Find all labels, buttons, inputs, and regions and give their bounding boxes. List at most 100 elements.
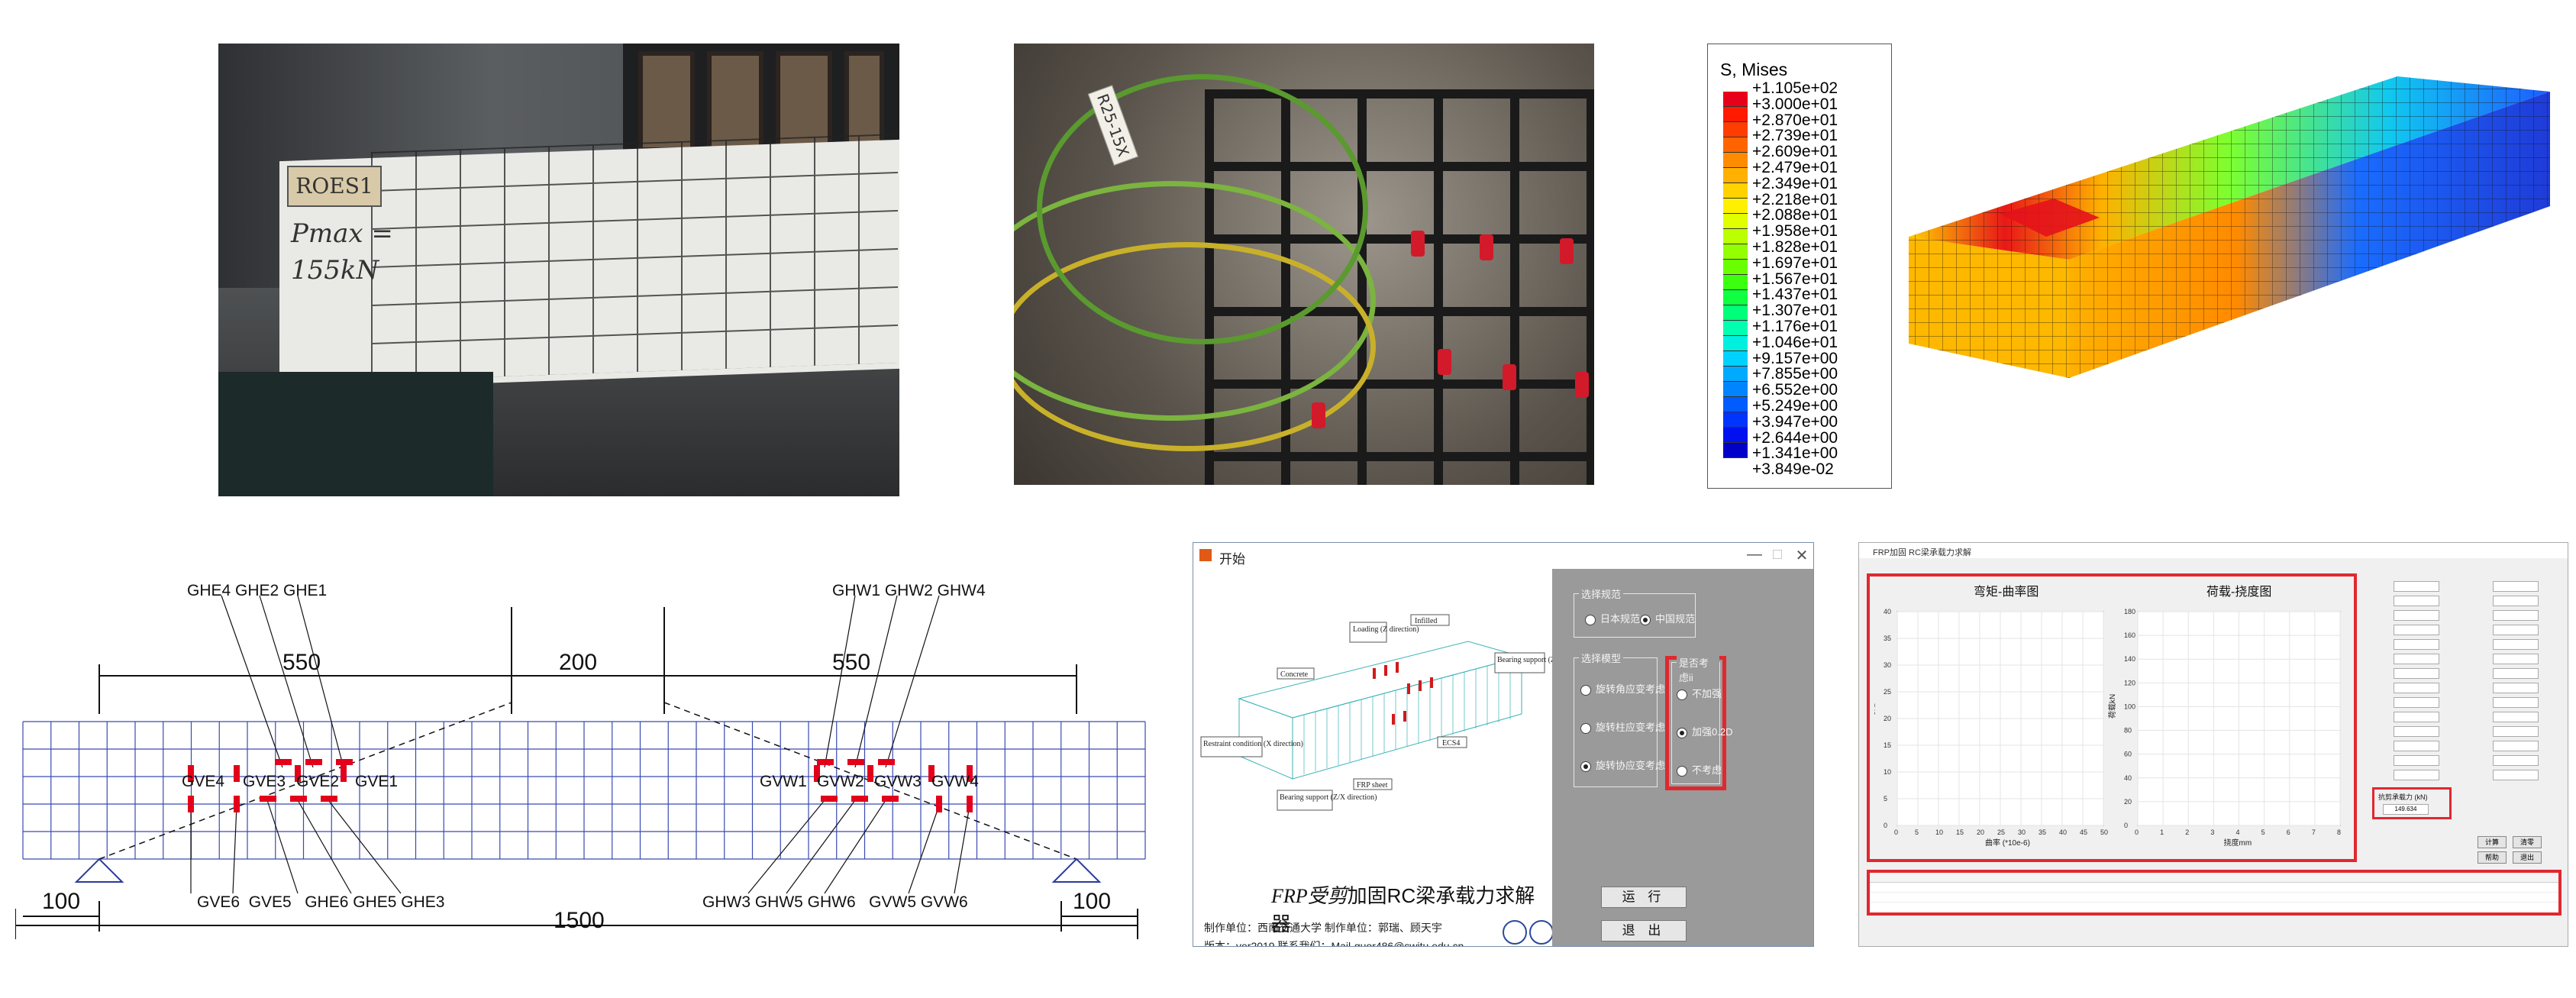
calc-button[interactable]: 计算: [2478, 836, 2507, 848]
param-input[interactable]: [2394, 654, 2439, 664]
radio-china-code[interactable]: 中国规范: [1640, 611, 1695, 625]
x-tick: 1: [2160, 828, 2164, 836]
gauge-wire: [1037, 74, 1368, 344]
param-input[interactable]: [2493, 639, 2539, 650]
exit-button[interactable]: 退 出: [1601, 920, 1687, 941]
param-input[interactable]: [2493, 654, 2539, 664]
radio-model-1[interactable]: 旋转角应变考虑: [1580, 681, 1665, 696]
legend-title: S, Mises: [1720, 60, 1788, 79]
x-tick: 5: [1915, 828, 1919, 836]
minimize-button[interactable]: —: [1743, 546, 1766, 564]
dim-200: 200: [559, 650, 597, 675]
gauge-label-gve1: GVE1: [355, 773, 398, 790]
strain-gauge: [1503, 364, 1516, 390]
param-input[interactable]: [2493, 581, 2539, 592]
x-tick: 5: [2261, 828, 2265, 836]
param-input[interactable]: [2493, 596, 2539, 606]
fe-beam-model: [1909, 76, 2550, 378]
param-input[interactable]: [2493, 770, 2539, 780]
ramp-swatch: [1723, 122, 1748, 137]
illus-label-loading: Loading (Z direction): [1353, 625, 1419, 634]
legend-label: +1.341e+00: [1752, 444, 1838, 463]
param-input[interactable]: [2493, 712, 2539, 722]
param-input[interactable]: [2394, 697, 2439, 708]
y-tick: 35: [1884, 635, 1891, 642]
solver-window: FRP加固 RC梁承载力求解 弯矩-曲率图 荷载-挠度图 0 5 10 15 20 25 3…: [1858, 542, 2568, 947]
strain-gauge: [1575, 372, 1589, 398]
param-input[interactable]: [2394, 596, 2439, 606]
solver-plots: 0 5 10 15 20 25 30 35 40 45 500510152025303540曲率 (…: [1874, 608, 2341, 848]
close-button[interactable]: ✕: [1790, 546, 1813, 565]
param-input[interactable]: [2493, 683, 2539, 693]
param-input[interactable]: [2493, 625, 2539, 635]
run-button[interactable]: 运 行: [1601, 887, 1687, 908]
ramp-swatch: [1723, 367, 1748, 382]
solver-title-bar: FRP加固 RC梁承载力求解: [1859, 543, 2568, 558]
param-input[interactable]: [2493, 610, 2539, 621]
param-input[interactable]: [2493, 668, 2539, 679]
param-input[interactable]: [2394, 770, 2439, 780]
legend-label: +1.105e+02: [1752, 79, 1838, 97]
solver-title: FRP加固 RC梁承载力求解: [1873, 548, 1971, 557]
ramp-swatch: [1723, 397, 1748, 412]
clear-button[interactable]: 清零: [2513, 836, 2542, 848]
ramp-swatch: [1723, 92, 1748, 107]
exit-solver-button[interactable]: 退出: [2513, 851, 2542, 864]
param-input[interactable]: [2394, 668, 2439, 679]
param-input[interactable]: [2394, 741, 2439, 751]
x-tick: 50: [2100, 828, 2108, 836]
param-input[interactable]: [2394, 625, 2439, 635]
radio-model-2[interactable]: 旋转柱应变考虑: [1580, 719, 1665, 734]
y-tick: 0: [2124, 822, 2128, 829]
param-input[interactable]: [2394, 726, 2439, 737]
legend-label: +2.349e+01: [1752, 174, 1838, 192]
param-input[interactable]: [2493, 697, 2539, 708]
x-tick: 20: [1977, 828, 1984, 836]
color-ramp: [1723, 92, 1748, 473]
model-group-label: 选择模型: [1579, 651, 1624, 665]
help-button[interactable]: 帮助: [2478, 851, 2507, 864]
param-input[interactable]: [2394, 755, 2439, 766]
ramp-swatch: [1723, 214, 1748, 229]
param-input[interactable]: [2394, 712, 2439, 722]
x-tick: 30: [2018, 828, 2026, 836]
radio-extra-3[interactable]: 不考虑: [1677, 762, 1722, 777]
param-input[interactable]: [2394, 639, 2439, 650]
radio-extra-2[interactable]: 加强0.2D: [1677, 724, 1732, 738]
y-tick: 25: [1884, 688, 1891, 696]
radio-japan-code[interactable]: 日本规范: [1585, 611, 1640, 625]
strain-gauge: [1411, 231, 1425, 257]
legend-label: +5.249e+00: [1752, 396, 1838, 415]
radio-extra-1[interactable]: 不加强: [1677, 686, 1722, 700]
dim-550-right: 550: [832, 650, 870, 675]
ramp-swatch: [1723, 321, 1748, 336]
org-line: 制作单位：西南交通大学 制作单位：郭瑞、顾天宇: [1204, 922, 1442, 934]
ramp-swatch: [1723, 199, 1748, 214]
param-input[interactable]: [2493, 755, 2539, 766]
param-input[interactable]: [2493, 726, 2539, 737]
dim-100-left: 100: [42, 889, 80, 914]
ramp-swatch: [1723, 412, 1748, 428]
moment-curvature-plot: 0 5 10 15 20 25 30 35 40 45 50 0 5 10 15 20 25 30 35 40 曲率 (…: [1874, 608, 2108, 848]
support-block: [218, 372, 493, 496]
crack-grid: [371, 133, 898, 382]
y-tick: 30: [1884, 661, 1891, 669]
gauge-label-gvw3: GVW3: [874, 773, 922, 790]
ramp-swatch: [1723, 443, 1748, 458]
legend-label: +3.849e-02: [1752, 460, 1834, 479]
ramp-swatch: [1723, 382, 1748, 397]
results-table: [1867, 870, 2561, 916]
maximize-button[interactable]: □: [1766, 546, 1789, 564]
legend-label: +1.697e+01: [1752, 254, 1838, 272]
param-input[interactable]: [2394, 683, 2439, 693]
strain-gauge-photo: R25-15X: [1014, 44, 1594, 485]
param-input[interactable]: [2493, 741, 2539, 751]
y-tick: 5: [1884, 795, 1887, 803]
strain-gauge: [1312, 402, 1325, 428]
param-input[interactable]: [2394, 581, 2439, 592]
param-input[interactable]: [2394, 610, 2439, 621]
top-left-gauge-labels: GHE4 GHE2 GHE1: [187, 582, 327, 599]
app-title-italic: FRP受剪: [1271, 885, 1348, 907]
radio-model-3[interactable]: 旋转协应变考虑: [1580, 757, 1665, 772]
gauge-label-gvw4: GVW4: [931, 773, 979, 790]
